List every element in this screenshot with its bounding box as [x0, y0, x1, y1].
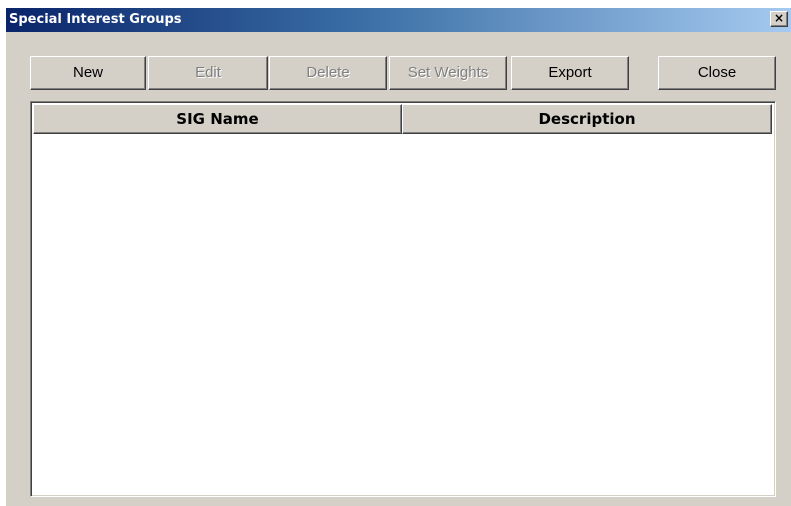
sig-dialog-window: Special Interest Groups × New Edit Delet… [6, 8, 791, 506]
sig-list-table[interactable]: SIG Name Description [30, 101, 776, 497]
window-title: Special Interest Groups [9, 12, 182, 27]
export-button[interactable]: Export [511, 56, 629, 90]
title-bar[interactable]: Special Interest Groups × [6, 8, 791, 32]
new-button[interactable]: New [30, 56, 146, 90]
column-header-description[interactable]: Description [402, 104, 772, 134]
delete-button[interactable]: Delete [269, 56, 387, 90]
column-header-sig-name[interactable]: SIG Name [33, 104, 402, 134]
edit-button[interactable]: Edit [148, 56, 268, 90]
set-weights-button[interactable]: Set Weights [389, 56, 507, 90]
close-button[interactable]: Close [658, 56, 776, 90]
close-window-button[interactable]: × [770, 11, 788, 27]
